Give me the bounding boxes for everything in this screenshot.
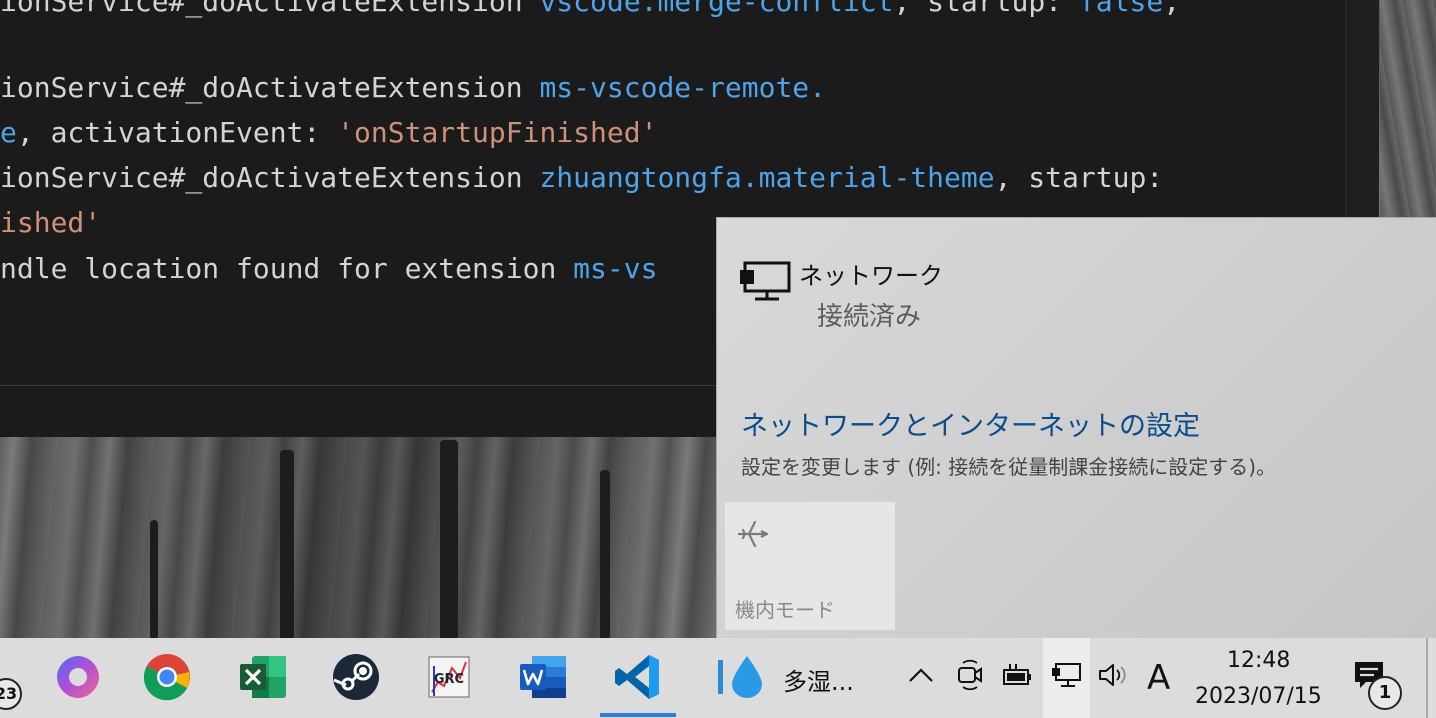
- airplane-mode-toggle[interactable]: 機内モード: [725, 502, 895, 630]
- code-token: false: [1078, 0, 1164, 18]
- network-status: 接続済み: [817, 302, 922, 332]
- network-icon[interactable]: [1049, 658, 1083, 692]
- code-token: ,: [1163, 0, 1181, 18]
- code-token: , activationEvent:: [16, 116, 338, 149]
- active-app-indicator: [600, 713, 676, 717]
- code-line: ionService#_doActivateExtension zhuangto…: [0, 158, 1163, 198]
- network-settings-description: 設定を変更します (例: 接続を従量制課金接続に設定する)。: [741, 455, 1277, 479]
- taskbar: 23 GRC 多湿... A 12:48 2023/07/15 1: [0, 638, 1436, 718]
- code-token: ished': [0, 206, 102, 239]
- network-flyout: ネットワーク 接続済み ネットワークとインターネットの設定 設定を変更します (…: [716, 217, 1436, 639]
- excel-icon[interactable]: [238, 652, 288, 702]
- code-token: e: [0, 116, 17, 149]
- airplane-mode-label: 機内モード: [735, 598, 835, 622]
- code-token: vscode.merge-conflict: [539, 0, 894, 18]
- chrome-icon[interactable]: [142, 652, 192, 702]
- code-line: ndle location found for extension ms-vs: [0, 249, 657, 289]
- notification-count-badge: 1: [1368, 676, 1402, 710]
- wallpaper-strip: [1380, 0, 1436, 218]
- network-name: ネットワーク: [799, 262, 943, 290]
- airplane-icon: [737, 520, 769, 548]
- vscode-icon[interactable]: [613, 652, 663, 702]
- humidity-weather-icon[interactable]: [714, 652, 764, 702]
- camera-icon[interactable]: [953, 658, 987, 692]
- code-line: ionService#_doActivateExtension ms-vscod…: [0, 68, 826, 108]
- svg-text:GRC: GRC: [434, 672, 464, 687]
- code-line: ished': [0, 203, 101, 243]
- microsoft365-icon[interactable]: [53, 652, 103, 702]
- wired-network-icon: [740, 261, 791, 301]
- code-line: e, activationEvent: 'onStartupFinished': [0, 113, 657, 153]
- code-token: 'onStartupFinished': [337, 116, 658, 149]
- code-token: , startup:: [994, 161, 1164, 194]
- grc-icon[interactable]: GRC: [424, 652, 474, 702]
- network-settings-link[interactable]: ネットワークとインターネットの設定: [741, 404, 1200, 443]
- code-token: ms-vs: [573, 252, 658, 285]
- clock-date: 2023/07/15: [1195, 684, 1322, 709]
- weather-label[interactable]: 多湿...: [783, 662, 854, 697]
- code-token: ionService#_doActivateExtension: [0, 161, 540, 194]
- battery-charging-icon[interactable]: [1000, 658, 1034, 692]
- code-token: ndle location found for extension: [0, 252, 574, 285]
- code-line: ionService#_doActivateExtension vscode.m…: [0, 0, 1180, 22]
- code-token: ms-vscode-remote.: [539, 71, 827, 104]
- code-token: ionService#_doActivateExtension: [0, 0, 540, 18]
- steam-icon[interactable]: [331, 652, 381, 702]
- code-token: , startup:: [893, 0, 1079, 18]
- volume-icon[interactable]: [1096, 658, 1130, 692]
- chevron-up-icon[interactable]: [904, 658, 938, 692]
- code-token: zhuangtongfa.material-theme: [539, 161, 995, 194]
- show-desktop-button[interactable]: [1426, 638, 1428, 718]
- ime-indicator[interactable]: A: [1147, 658, 1170, 698]
- word-icon[interactable]: [518, 652, 568, 702]
- code-token: ionService#_doActivateExtension: [0, 71, 540, 104]
- taskbar-left-badge[interactable]: 23: [0, 678, 22, 710]
- clock-time: 12:48: [1227, 648, 1291, 673]
